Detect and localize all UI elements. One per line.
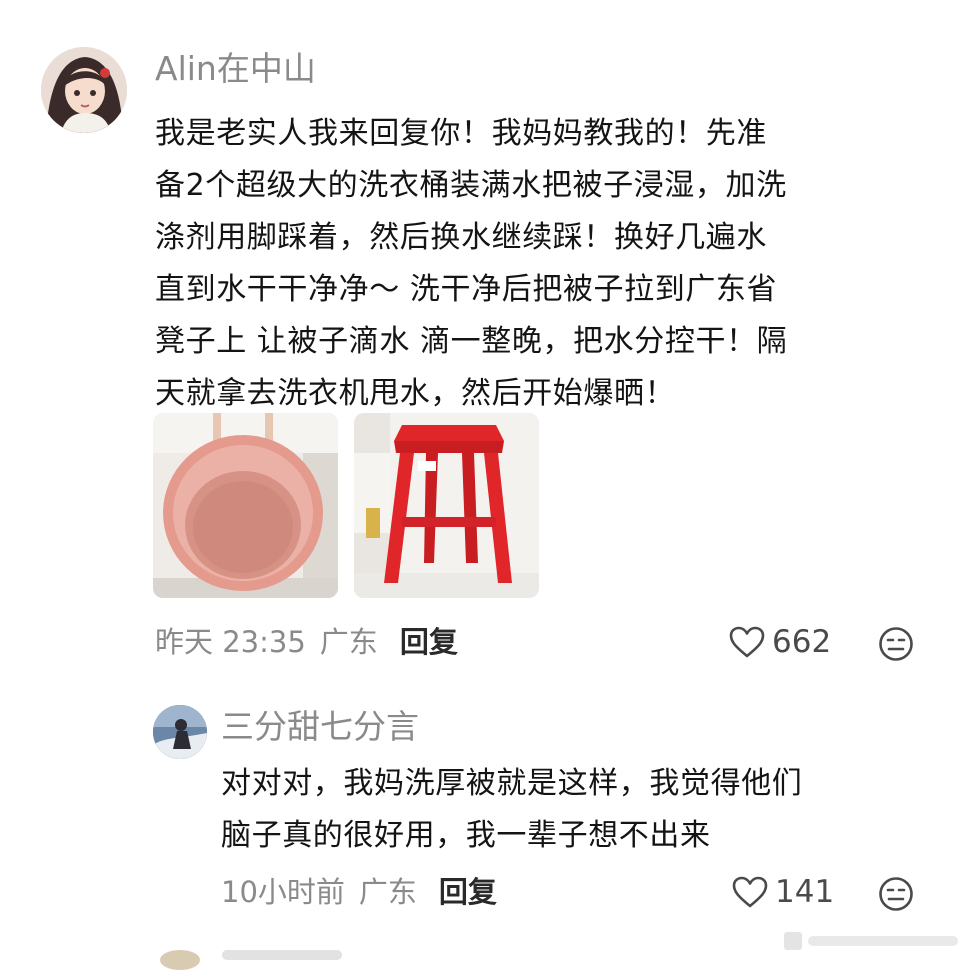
comment-text-line: 涤剂用脚踩着，然后换水继续踩！换好几遍水	[155, 220, 767, 255]
avatar-anime-girl-image	[41, 47, 127, 133]
next-comment-username	[222, 950, 342, 960]
emoji-face-icon[interactable]	[878, 626, 914, 662]
comment-text-line: 对对对，我妈洗厚被就是这样，我觉得他们	[221, 766, 803, 801]
comment-text-line: 我是老实人我来回复你！我妈妈教我的！先准	[155, 116, 767, 151]
user-avatar[interactable]	[153, 705, 207, 759]
watermark-logo	[782, 928, 962, 954]
emoji-face-icon[interactable]	[878, 876, 914, 912]
comment-time: 10小时前	[221, 875, 345, 909]
avatar-photo-image	[153, 705, 207, 759]
comment-text-line: 脑子真的很好用，我一辈子想不出来	[221, 818, 711, 853]
like-button[interactable]: 662	[728, 622, 831, 662]
comment-text-line: 凳子上 让被子滴水 滴一整晚，把水分控干！隔	[155, 324, 788, 359]
username[interactable]: 三分甜七分言	[221, 706, 419, 748]
reply-button[interactable]: 回复	[439, 872, 497, 912]
comment-text-line: 直到水干干净净～ 洗干净后把被子拉到广东省	[155, 272, 778, 307]
like-count: 662	[772, 624, 832, 660]
username[interactable]: Alin在中山	[155, 48, 316, 90]
heart-outline-icon	[732, 876, 768, 908]
pink-wash-basin-image	[153, 413, 338, 598]
comment-text: 对对对，我妈洗厚被就是这样，我觉得他们 脑子真的很好用，我一辈子想不出来	[221, 758, 802, 862]
attached-image-basin[interactable]	[153, 413, 338, 598]
heart-outline-icon	[729, 626, 765, 658]
comment-text: 我是老实人我来回复你！我妈妈教我的！先准 备2个超级大的洗衣桶装满水把被子浸湿，…	[155, 108, 787, 420]
next-comment-avatar[interactable]	[160, 950, 200, 970]
comment-location: 广东	[319, 625, 378, 659]
comment-location: 广东	[358, 875, 417, 909]
reply-button[interactable]: 回复	[400, 622, 458, 662]
red-plastic-stool-image	[354, 413, 539, 598]
user-avatar[interactable]	[41, 47, 127, 133]
like-count: 141	[775, 874, 835, 910]
comment-text-line: 备2个超级大的洗衣桶装满水把被子浸湿，加洗	[155, 168, 787, 203]
comment-time: 昨天 23:35	[155, 625, 306, 659]
comment-meta: 10小时前 广东 回复	[221, 872, 497, 912]
attached-image-stool[interactable]	[354, 413, 539, 598]
like-button[interactable]: 141	[731, 872, 834, 912]
comment-meta: 昨天 23:35 广东 回复	[155, 622, 458, 662]
